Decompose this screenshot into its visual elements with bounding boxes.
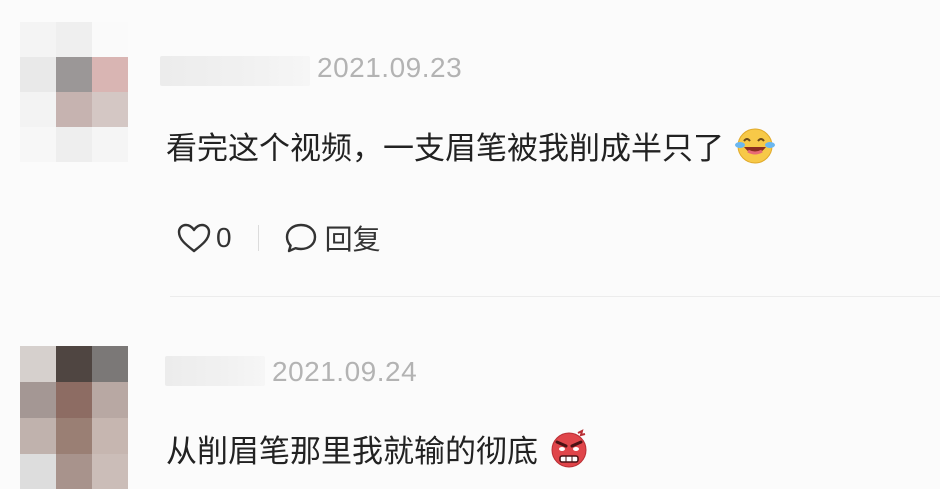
avatar-mosaic-tile — [56, 57, 92, 92]
avatar-mosaic-tile — [56, 127, 92, 162]
comment-text: 看完这个视频，一支眉笔被我削成半只了 — [166, 131, 724, 167]
avatar-mosaic-tile — [92, 22, 128, 57]
avatar[interactable] — [20, 346, 128, 489]
comment-divider — [170, 296, 940, 297]
avatar-mosaic-tile — [92, 382, 128, 418]
avatar-mosaic-tile — [20, 346, 56, 382]
username-blurred[interactable] — [160, 56, 310, 86]
comment-actions: 0 回复 — [176, 216, 381, 260]
avatar-mosaic-tile — [92, 454, 128, 489]
avatar-mosaic-tile — [56, 382, 92, 418]
comment-text-container: 看完这个视频，一支眉笔被我削成半只了 — [166, 123, 776, 168]
avatar[interactable] — [20, 22, 128, 162]
avatar-mosaic-tile — [56, 454, 92, 489]
avatar-mosaic-tile — [92, 92, 128, 127]
avatar-mosaic-tile — [20, 382, 56, 418]
comment-feed: 2021.09.23 看完这个视频，一支眉笔被我削成半只了 0 回复 2021.… — [0, 0, 940, 489]
avatar-mosaic-tile — [92, 57, 128, 92]
avatar-mosaic-tile — [56, 22, 92, 57]
avatar-mosaic-tile — [92, 127, 128, 162]
avatar-mosaic-tile — [20, 454, 56, 489]
avatar-mosaic-tile — [56, 92, 92, 127]
avatar-mosaic-tile — [56, 346, 92, 382]
heart-icon — [177, 223, 211, 253]
like-count: 0 — [216, 222, 232, 253]
avatar-mosaic-tile — [20, 57, 56, 92]
avatar-mosaic-tile — [20, 127, 56, 162]
comment-timestamp: 2021.09.24 — [272, 356, 418, 387]
avatar-mosaic-tile — [20, 22, 56, 57]
speech-bubble-icon — [285, 223, 316, 253]
comment-text: 从削眉笔那里我就输的彻底 — [166, 434, 538, 470]
avatar-mosaic-tile — [56, 418, 92, 454]
like-button[interactable]: 0 — [176, 222, 232, 254]
avatar-mosaic-tile — [20, 92, 56, 127]
avatar-mosaic-tile — [92, 418, 128, 454]
username-blurred[interactable] — [165, 356, 265, 386]
avatar-mosaic-tile — [20, 418, 56, 454]
reply-label: 回复 — [324, 223, 381, 256]
comment-text-container: 从削眉笔那里我就输的彻底 — [166, 426, 590, 471]
angry-face-emoji-icon — [551, 428, 587, 467]
action-divider — [257, 225, 259, 251]
laughing-crying-emoji-icon — [735, 128, 775, 163]
comment-timestamp: 2021.09.23 — [317, 52, 463, 83]
reply-button[interactable]: 回复 — [283, 218, 381, 258]
avatar-mosaic-tile — [92, 346, 128, 382]
